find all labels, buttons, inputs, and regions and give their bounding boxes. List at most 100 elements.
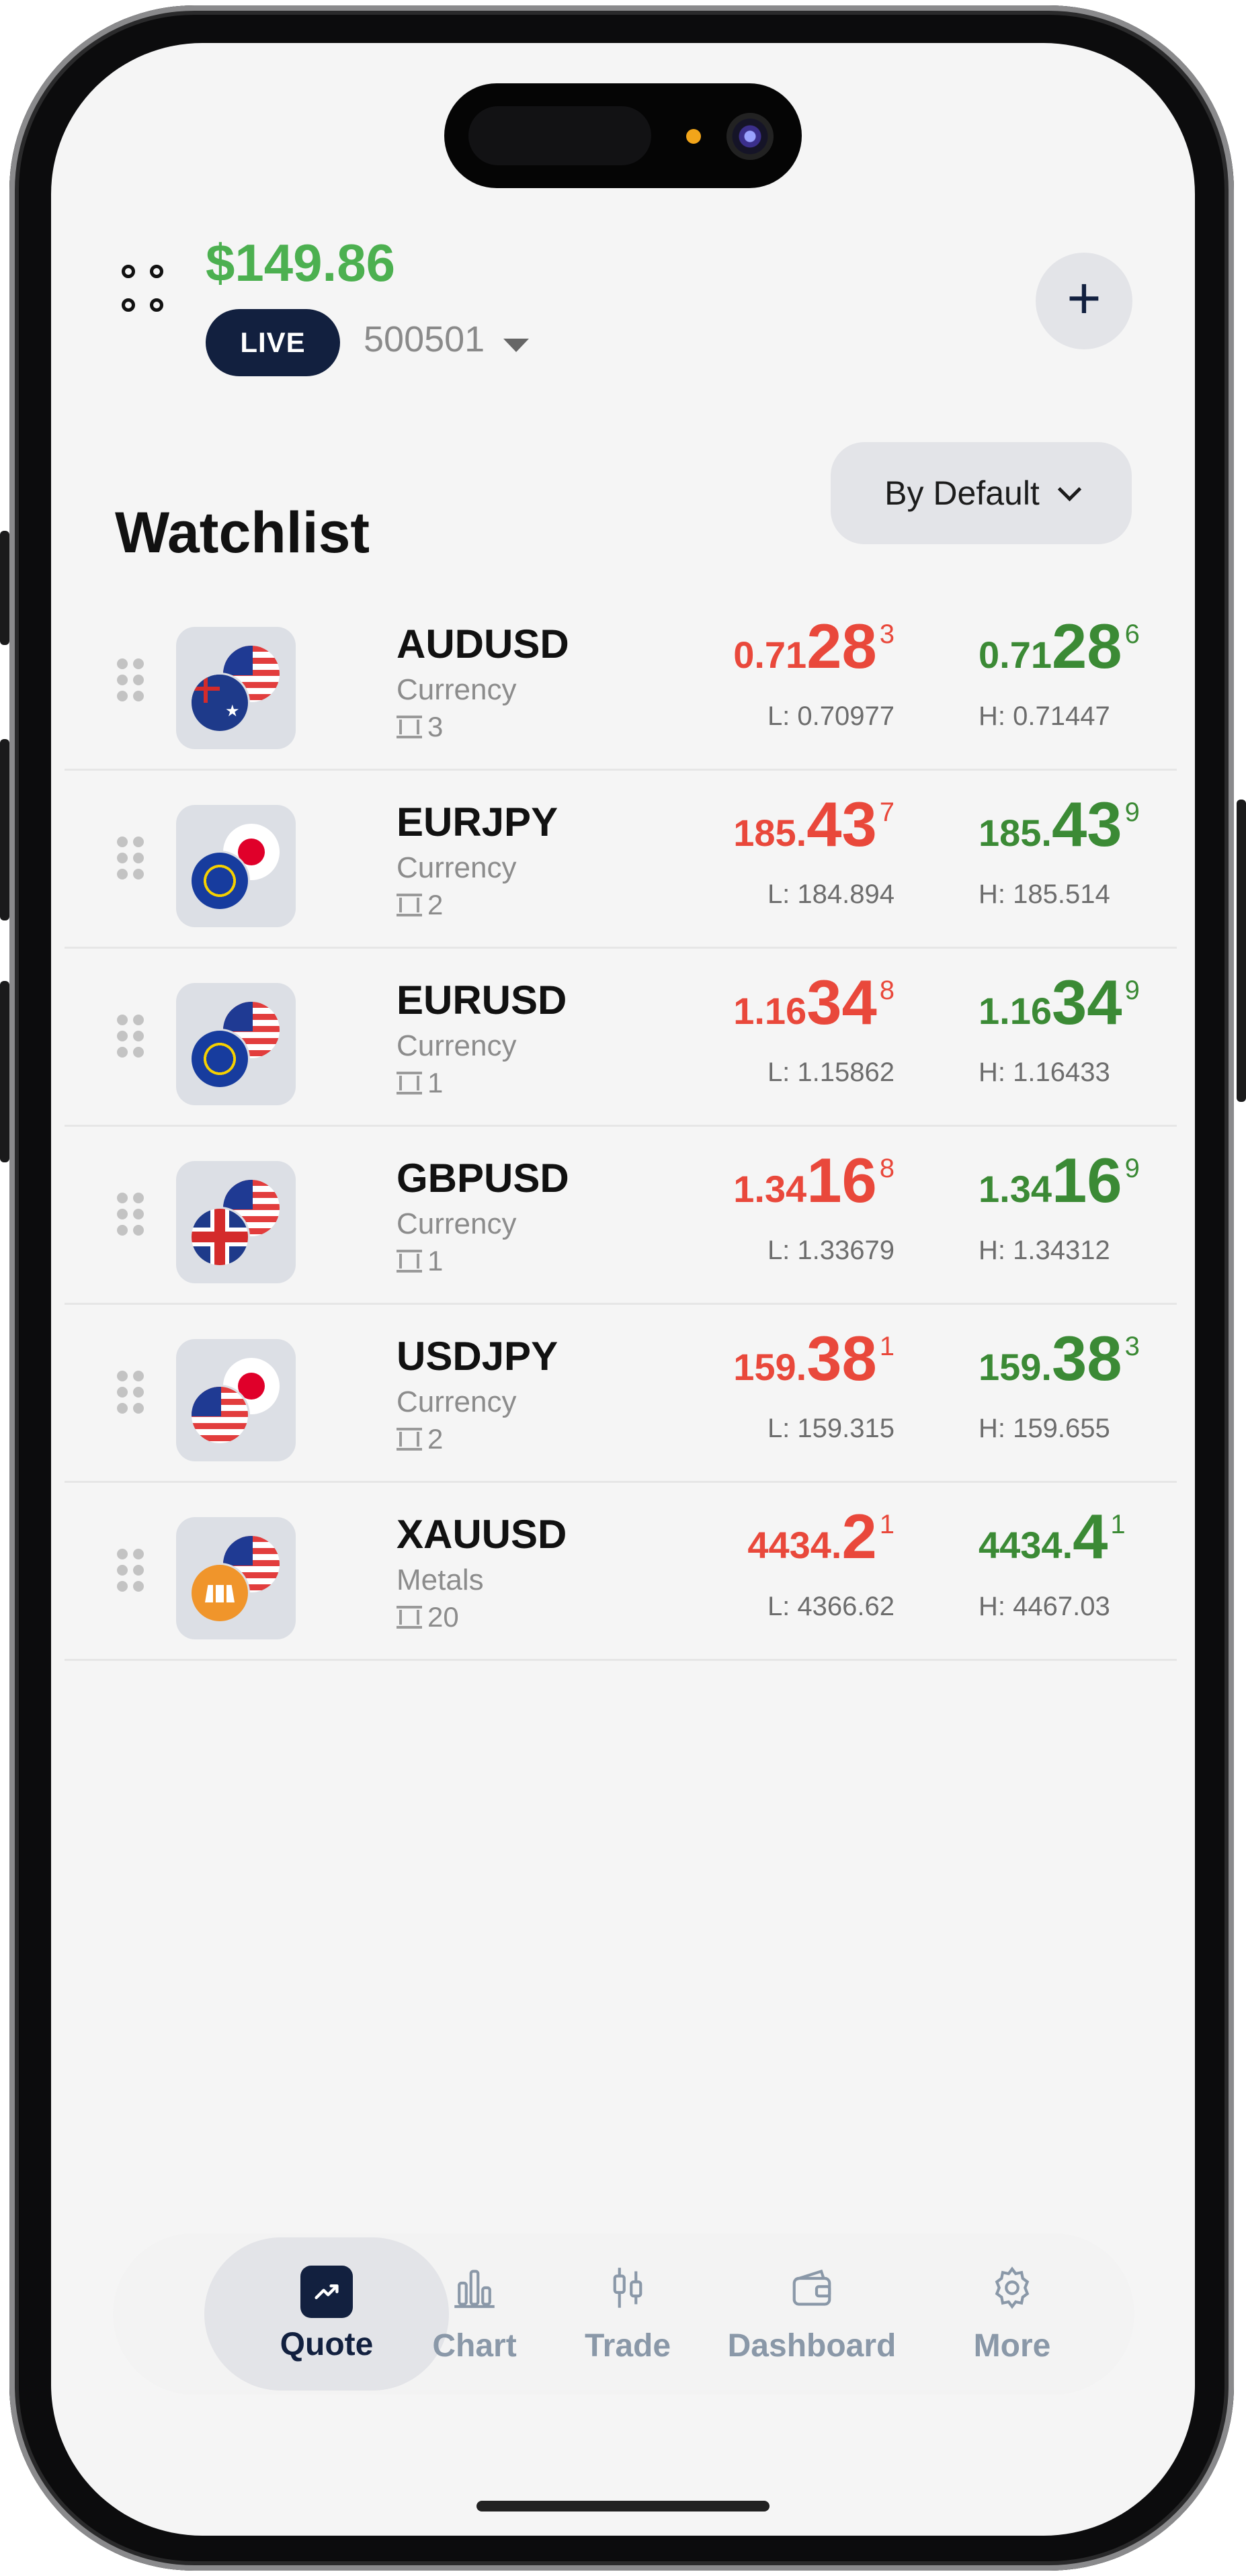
- page-title: Watchlist: [115, 501, 370, 565]
- drag-handle-icon[interactable]: [117, 836, 144, 879]
- lot-icon: [397, 1428, 422, 1451]
- caret-down-icon[interactable]: [503, 339, 529, 352]
- au-flag-icon: [190, 673, 250, 733]
- daily-high: H: 185.514: [979, 879, 1110, 909]
- nav-tab-dashboard[interactable]: Dashboard: [724, 2233, 899, 2395]
- daily-high: H: 159.655: [979, 1414, 1110, 1443]
- lot-value: 2: [427, 889, 444, 920]
- symbol-name: EURJPY: [397, 800, 558, 845]
- lot-size: 2: [397, 1423, 443, 1455]
- daily-high: H: 1.16433: [979, 1058, 1110, 1087]
- lot-value: 1: [427, 1067, 444, 1099]
- eu-flag-icon: [190, 1029, 250, 1089]
- candlestick-icon: [604, 2264, 651, 2319]
- bid-price[interactable]: 159.38 1: [733, 1322, 895, 1395]
- account-number[interactable]: 500501: [364, 318, 485, 360]
- daily-low: L: 4366.62: [767, 1592, 895, 1621]
- daily-low: L: 184.894: [767, 879, 895, 909]
- gb-flag-icon: [190, 1207, 250, 1267]
- volume-up-button: [0, 739, 9, 920]
- drag-handle-icon[interactable]: [117, 1371, 144, 1414]
- lot-icon: [397, 716, 422, 738]
- lot-icon: [397, 894, 422, 916]
- drag-handle-icon[interactable]: [117, 1015, 144, 1058]
- pair-flags-icon: [176, 1339, 296, 1461]
- watchlist-row-usdjpy[interactable]: USDJPY Currency 2 159.38 1 159.38 3 L: 159…: [65, 1305, 1177, 1483]
- lot-size: 20: [397, 1601, 459, 1633]
- power-button: [1237, 800, 1246, 1102]
- symbol-name: USDJPY: [397, 1334, 558, 1379]
- ask-price[interactable]: 0.7128 6: [979, 610, 1140, 683]
- us-flag-icon: [190, 1385, 250, 1445]
- bid-price[interactable]: 185.43 7: [733, 788, 895, 861]
- chevron-down-icon: [1057, 477, 1082, 501]
- live-badge: LIVE: [206, 309, 340, 376]
- bar-chart-icon: [451, 2264, 498, 2319]
- bid-price[interactable]: 1.1634 8: [733, 966, 895, 1039]
- daily-low: L: 0.70977: [767, 701, 895, 731]
- nav-tab-trade[interactable]: Trade: [540, 2233, 715, 2395]
- wallet-icon: [788, 2264, 835, 2319]
- dynamic-island: [444, 83, 802, 188]
- daily-low: L: 1.15862: [767, 1058, 895, 1087]
- add-symbol-button[interactable]: +: [1036, 253, 1132, 349]
- nav-label: Trade: [584, 2327, 671, 2364]
- symbol-name: AUDUSD: [397, 621, 569, 667]
- ask-price[interactable]: 4434.4 1: [979, 1500, 1126, 1573]
- pair-flags-icon: [176, 983, 296, 1105]
- bid-price[interactable]: 4434.2 1: [747, 1500, 895, 1573]
- pair-flags-icon: [176, 627, 296, 749]
- drag-handle-icon[interactable]: [117, 1193, 144, 1236]
- nav-tab-chart[interactable]: Chart: [387, 2233, 562, 2395]
- app-screen: $149.86 LIVE 500501 + Watchlist By Defau…: [51, 43, 1195, 2536]
- symbol-category: Currency: [397, 673, 517, 706]
- symbol-category: Metals: [397, 1563, 484, 1596]
- nav-label: More: [973, 2327, 1051, 2364]
- trend-up-icon: [300, 2265, 353, 2318]
- symbol-category: Currency: [397, 851, 517, 884]
- bid-price[interactable]: 0.7128 3: [733, 610, 895, 683]
- watchlist-row-gbpusd[interactable]: GBPUSD Currency 1 1.3416 8 1.3416 9 L: 1.3…: [65, 1127, 1177, 1305]
- ask-price[interactable]: 1.3416 9: [979, 1144, 1140, 1217]
- lot-value: 2: [427, 1423, 444, 1455]
- drag-handle-icon[interactable]: [117, 658, 144, 701]
- action-button: [0, 531, 9, 645]
- menu-dots-icon[interactable]: [122, 265, 178, 325]
- eu-flag-icon: [190, 851, 250, 911]
- front-camera: [726, 113, 774, 160]
- gold-flag-icon: [190, 1563, 250, 1623]
- gear-icon: [989, 2264, 1036, 2319]
- symbol-name: EURUSD: [397, 978, 567, 1023]
- pair-flags-icon: [176, 1161, 296, 1283]
- watchlist-row-xauusd[interactable]: XAUUSD Metals 20 4434.2 1 4434.4 1 L: 4366…: [65, 1483, 1177, 1661]
- watchlist-rows: AUDUSD Currency 3 0.71283 0.71286 L: 0.7…: [65, 593, 1177, 1661]
- pair-flags-icon: [176, 1517, 296, 1639]
- daily-high: H: 4467.03: [979, 1592, 1110, 1621]
- lot-size: 1: [397, 1067, 443, 1099]
- drag-handle-icon[interactable]: [117, 1549, 144, 1592]
- home-indicator[interactable]: [476, 2501, 770, 2511]
- nav-label: Quote: [280, 2326, 374, 2362]
- nav-tab-more[interactable]: More: [925, 2233, 1099, 2395]
- recording-indicator: [686, 129, 701, 144]
- lot-size: 2: [397, 889, 443, 921]
- ask-price[interactable]: 1.1634 9: [979, 966, 1140, 1039]
- bid-price[interactable]: 1.3416 8: [733, 1144, 895, 1217]
- lot-value: 1: [427, 1245, 444, 1277]
- daily-high: H: 1.34312: [979, 1236, 1110, 1265]
- account-balance: $149.86: [206, 233, 395, 292]
- ask-price[interactable]: 159.38 3: [979, 1322, 1140, 1395]
- sort-dropdown[interactable]: By Default: [831, 442, 1132, 544]
- watchlist-row-audusd[interactable]: AUDUSD Currency 3 0.71283 0.71286 L: 0.7…: [65, 593, 1177, 771]
- bottom-nav: Quote Chart Trade Dashboard More: [113, 2233, 1134, 2395]
- symbol-name: GBPUSD: [397, 1156, 569, 1201]
- ask-price[interactable]: 185.43 9: [979, 788, 1140, 861]
- lot-icon: [397, 1606, 422, 1629]
- symbol-category: Currency: [397, 1385, 517, 1418]
- lot-size: 3: [397, 711, 443, 743]
- watchlist-row-eurjpy[interactable]: EURJPY Currency 2 185.43 7 185.43 9 L: 184…: [65, 771, 1177, 949]
- symbol-category: Currency: [397, 1207, 517, 1240]
- nav-label: Dashboard: [727, 2327, 897, 2364]
- daily-low: L: 159.315: [767, 1414, 895, 1443]
- watchlist-row-eurusd[interactable]: EURUSD Currency 1 1.1634 8 1.1634 9 L: 1.1…: [65, 949, 1177, 1127]
